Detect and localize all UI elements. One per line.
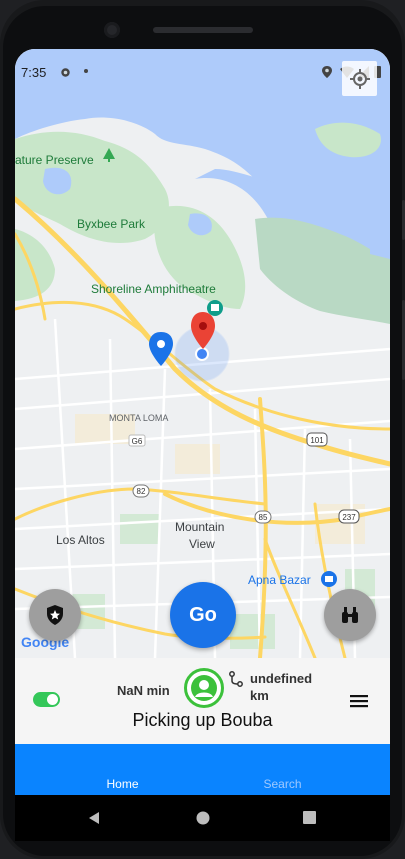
bottom-nav: Home Search: [15, 744, 390, 795]
police-badge-icon: [47, 605, 63, 625]
map-label-monta-loma: MONTA LOMA: [109, 413, 168, 423]
shopping-icon: [321, 571, 337, 587]
status-time: 7:35: [21, 65, 47, 80]
map-label-los-altos: Los Altos: [56, 533, 105, 547]
binoculars-button[interactable]: [324, 589, 376, 641]
home-icon[interactable]: [196, 811, 210, 825]
settings-gear-icon: [61, 68, 70, 77]
map-label-shoreline: Shoreline Amphitheatre: [91, 282, 216, 296]
app-screen: G6 82 85 101 237 ature Preserve Byxbee P…: [15, 49, 390, 795]
availability-toggle[interactable]: [33, 692, 60, 707]
hamburger-menu-icon: [350, 695, 368, 708]
road-badge-85: 85: [259, 513, 268, 522]
status-bar: 7:35: [15, 49, 390, 80]
map-view[interactable]: G6 82 85 101 237 ature Preserve Byxbee P…: [15, 49, 390, 658]
back-icon[interactable]: [87, 811, 101, 825]
trip-info-panel: NaN min undefined km Picking up Bouba: [15, 658, 390, 744]
notification-dot-icon: [84, 69, 88, 73]
road-badge-237: 237: [342, 513, 356, 522]
road-badge-101: 101: [310, 436, 324, 445]
go-button-label: Go: [189, 603, 217, 626]
map-label-view: View: [189, 537, 215, 551]
my-location-button[interactable]: [342, 61, 377, 96]
amphitheatre-icon: [207, 300, 223, 316]
trip-distance-unit: km: [250, 688, 269, 703]
map-label-nature-preserve: ature Preserve: [15, 153, 94, 167]
current-location-dot: [195, 347, 209, 361]
location-status-icon: [322, 66, 332, 78]
system-nav-bar: [15, 795, 390, 841]
person-icon: [191, 675, 217, 701]
device-earpiece: [153, 27, 253, 33]
binoculars-icon: [342, 607, 358, 623]
police-button[interactable]: [29, 589, 81, 641]
go-button[interactable]: Go: [170, 582, 236, 648]
route-icon: [229, 671, 243, 687]
road-badge-g6: G6: [132, 437, 143, 446]
tab-search[interactable]: Search: [195, 777, 370, 791]
map-label-apna-bazar: Apna Bazar: [248, 573, 311, 587]
recents-icon[interactable]: [303, 811, 316, 824]
crosshair-icon: [349, 68, 370, 89]
toggle-knob: [47, 694, 58, 705]
trip-duration: NaN min: [117, 683, 170, 698]
map-label-mountain: Mountain: [175, 520, 224, 534]
map-label-byxbee-park: Byxbee Park: [77, 217, 146, 231]
trip-distance-value: undefined: [250, 671, 313, 686]
road-badge-82: 82: [137, 487, 146, 496]
trip-status-text: Picking up Bouba: [132, 710, 273, 730]
menu-button[interactable]: [350, 694, 368, 708]
driver-avatar[interactable]: [184, 668, 224, 708]
front-camera: [104, 22, 120, 38]
